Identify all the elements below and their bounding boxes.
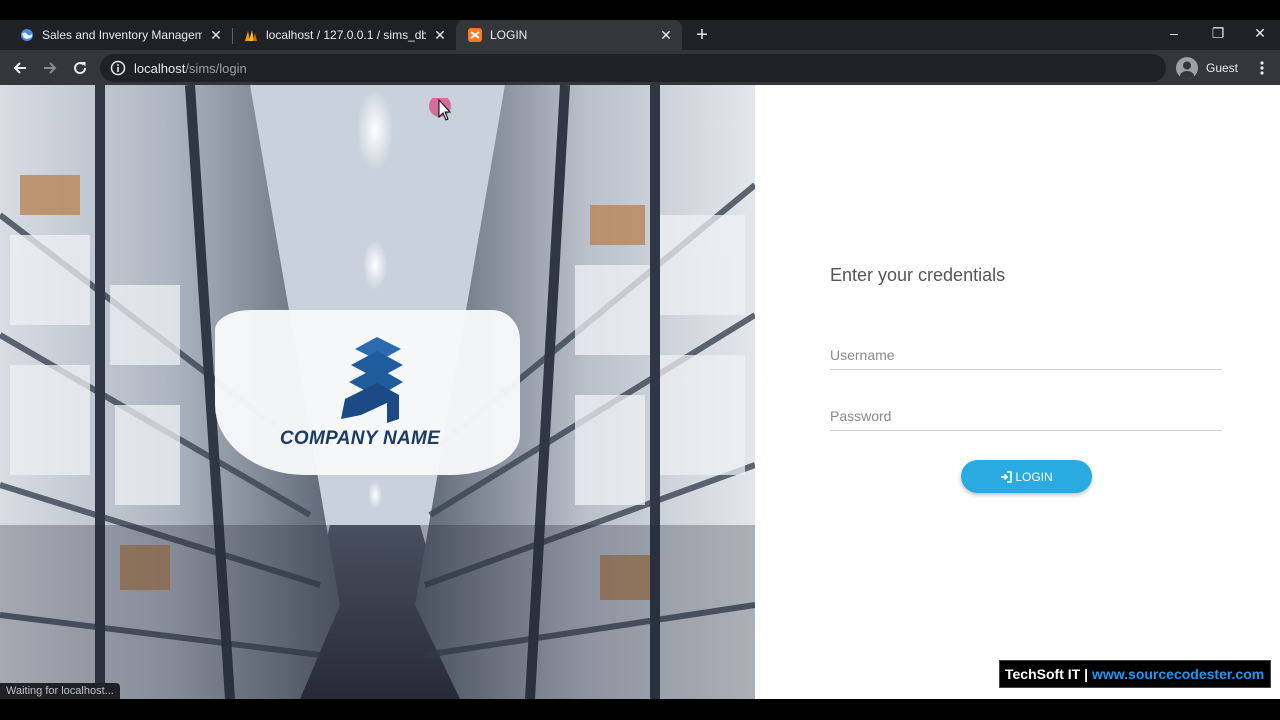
phpmyadmin-icon [245,30,257,41]
login-panel: Enter your credentials LOGIN [755,85,1280,699]
restore-icon: ❐ [1211,25,1225,41]
forward-button[interactable] [35,50,65,85]
window-close-button[interactable]: ✕ [1238,20,1280,50]
reload-button[interactable] [65,50,95,85]
reload-icon [74,61,87,74]
address-bar[interactable]: localhost /sims/login [100,54,1166,82]
tab-title: Sales and Inventory Management [42,28,202,42]
minimize-button[interactable]: – [1152,20,1196,50]
password-input[interactable] [830,401,1222,431]
mouse-cursor [428,95,452,129]
watermark-banner: TechSoft IT | www.sourcecodester.com [999,660,1271,688]
forward-arrow-icon [44,61,57,74]
company-name: COMPANY NAME [279,428,441,449]
profile-label: Guest [1206,61,1239,75]
username-input[interactable] [830,340,1222,370]
browser-window: Sales and Inventory Management ✕ localho… [0,0,1280,720]
close-icon[interactable]: ✕ [432,27,448,43]
company-logo-card: COMPANY NAME [215,310,520,475]
profile-button[interactable]: Guest [1176,54,1238,82]
watermark-brand: TechSoft IT | [1005,666,1088,682]
xampp-icon [468,28,482,42]
tab-title: LOGIN [490,28,528,42]
info-icon[interactable] [110,60,126,76]
new-tab-button[interactable]: + [690,20,714,50]
back-arrow-icon [13,61,26,74]
tab-phpmyadmin[interactable]: localhost / 127.0.0.1 / sims_db | p ✕ [224,20,456,50]
close-icon[interactable]: ✕ [658,27,674,43]
sign-in-icon [1001,470,1013,483]
tab-sales-inventory[interactable]: Sales and Inventory Management ✕ [0,20,232,50]
bottom-letterbox [0,699,1280,720]
browser-menu-button[interactable] [1252,50,1272,85]
plus-icon: + [696,24,708,46]
back-button[interactable] [5,50,35,85]
browser-toolbar: localhost /sims/login Guest [0,50,1280,85]
status-bubble: Waiting for localhost... [0,683,120,700]
close-icon[interactable]: ✕ [208,27,224,43]
top-letterbox [0,0,1280,20]
url-path: /sims/login [185,60,247,76]
watermark-site: www.sourcecodester.com [1092,666,1265,682]
login-heading: Enter your credentials [830,265,1006,285]
tab-login[interactable]: LOGIN ✕ [456,20,682,50]
minimize-icon: – [1170,25,1178,41]
warehouse-hero-image: COMPANY NAME [0,85,755,699]
tab-bar: Sales and Inventory Management ✕ localho… [0,20,1280,50]
company-logo-icon [341,337,403,423]
cursor-icon [429,95,452,121]
url-host: localhost [134,60,186,76]
kebab-menu-icon [1260,60,1264,75]
login-button[interactable]: LOGIN [961,460,1092,493]
restore-button[interactable]: ❐ [1196,20,1240,50]
tab-title: localhost / 127.0.0.1 / sims_db | p [266,28,426,42]
login-button-label: LOGIN [1015,469,1053,484]
close-icon: ✕ [1254,25,1266,41]
globe-icon [21,29,33,41]
avatar-icon [1176,57,1198,79]
page-viewport: COMPANY NAME Enter your credentials LOGI… [0,85,1280,699]
